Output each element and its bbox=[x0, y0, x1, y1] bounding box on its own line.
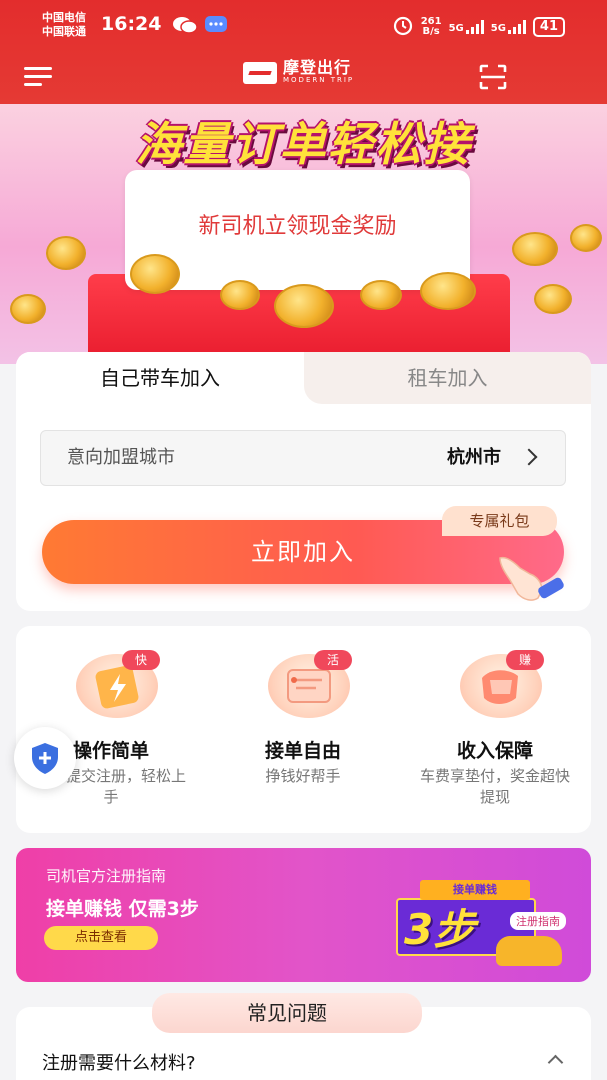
guide-tag: 注册指南 bbox=[510, 912, 566, 930]
carrier-2: 中国联通 bbox=[42, 25, 86, 38]
status-bar: 中国电信 中国联通 16:24 261 B/s 5G 5G 41 bbox=[0, 0, 607, 50]
coin-icon bbox=[220, 280, 260, 310]
faq-question[interactable]: 注册需要什么材料? bbox=[42, 1049, 196, 1075]
system-status: 261 B/s 5G 5G 41 bbox=[392, 14, 565, 39]
feature-title: 接单自由 bbox=[264, 740, 341, 762]
net-speed-unit: B/s bbox=[422, 25, 440, 37]
coin-icon bbox=[274, 284, 334, 328]
city-selector[interactable]: 意向加盟城市 杭州市 bbox=[40, 430, 566, 486]
chevron-right-icon bbox=[520, 448, 538, 466]
network-type-2: 5G bbox=[490, 22, 506, 34]
brand-mark-icon bbox=[243, 61, 277, 84]
signal-2: 5G bbox=[490, 19, 526, 34]
tab-rent-car[interactable]: 租车加入 bbox=[304, 352, 591, 404]
tab-own-car[interactable]: 自己带车加入 bbox=[16, 352, 304, 404]
feature-desc: 车费享垫付，奖金超快提现 bbox=[420, 767, 571, 806]
guide-title: 接单赚钱 仅需3步 bbox=[46, 898, 199, 920]
feature-income: 赚 收入保障 车费享垫付，奖金超快提现 bbox=[400, 626, 590, 833]
brand-subtitle: MODERN TRIP bbox=[283, 76, 355, 84]
carrier-names: 中国电信 中国联通 bbox=[42, 11, 86, 39]
reward-text: 新司机立领现金奖励 bbox=[198, 214, 397, 239]
coin-icon bbox=[420, 272, 476, 310]
city-label: 意向加盟城市 bbox=[67, 447, 175, 468]
car-icon bbox=[496, 936, 562, 966]
menu-icon[interactable] bbox=[24, 67, 52, 87]
brand-name: 摩登出行 bbox=[283, 58, 352, 77]
battery-level: 41 bbox=[532, 16, 565, 37]
chevron-up-icon[interactable] bbox=[547, 1054, 564, 1071]
scan-icon[interactable] bbox=[479, 64, 507, 90]
clock: 16:24 bbox=[101, 13, 162, 35]
pointing-hand-icon bbox=[496, 552, 568, 608]
shield-plus-icon bbox=[14, 743, 76, 793]
feature-badge: 赚 bbox=[506, 650, 544, 670]
join-tabs: 自己带车加入 租车加入 bbox=[16, 352, 591, 404]
alarm-icon bbox=[392, 14, 414, 39]
notification-icons bbox=[172, 15, 228, 39]
carrier-1: 中国电信 bbox=[42, 11, 86, 24]
view-guide-button[interactable]: 点击查看 bbox=[44, 926, 158, 950]
coin-icon bbox=[534, 284, 572, 314]
floating-shield-button[interactable] bbox=[14, 727, 76, 789]
feature-desc: 挣钱好帮手 bbox=[265, 767, 341, 785]
city-value: 杭州市 bbox=[447, 447, 501, 468]
coin-icon bbox=[570, 224, 602, 252]
join-card: 自己带车加入 租车加入 意向加盟城市 杭州市 立即加入 专属礼包 bbox=[16, 352, 591, 611]
network-type-1: 5G bbox=[448, 22, 464, 34]
coin-icon bbox=[46, 236, 86, 270]
features-card: 快 操作简单 分钟提交注册，轻松上手 活 接单自由 挣钱好帮手 赚 收入保障 车… bbox=[16, 626, 591, 833]
steps-text: 3步 bbox=[404, 905, 476, 954]
app-bar: 摩登出行 MODERN TRIP bbox=[0, 50, 607, 104]
signal-bars-icon bbox=[465, 19, 484, 34]
coin-icon bbox=[360, 280, 402, 310]
gift-tag: 专属礼包 bbox=[442, 506, 557, 536]
coin-icon bbox=[10, 294, 46, 324]
feature-free: 活 接单自由 挣钱好帮手 bbox=[208, 626, 398, 833]
coin-icon bbox=[130, 254, 180, 294]
app-header: 中国电信 中国联通 16:24 261 B/s 5G 5G 41 摩登出行 MO… bbox=[0, 0, 607, 104]
signal-bars-icon bbox=[507, 19, 526, 34]
message-icon bbox=[204, 15, 228, 39]
signal-1: 5G bbox=[448, 19, 484, 34]
feature-title: 收入保障 bbox=[456, 740, 533, 762]
registration-guide-banner[interactable]: 司机官方注册指南 接单赚钱 仅需3步 点击查看 接单赚钱 3步 注册指南 bbox=[16, 848, 591, 982]
banner-title: 海量订单轻松接 bbox=[135, 117, 472, 171]
faq-header: 常见问题 bbox=[152, 993, 422, 1033]
guide-subtitle: 司机官方注册指南 bbox=[46, 867, 167, 885]
wechat-icon bbox=[172, 15, 198, 39]
feature-badge: 活 bbox=[314, 650, 352, 670]
promo-banner[interactable]: 海量订单轻松接 新司机立领现金奖励 bbox=[0, 104, 607, 364]
coin-icon bbox=[512, 232, 558, 266]
brand-logo: 摩登出行 MODERN TRIP bbox=[243, 60, 354, 85]
net-speed: 261 B/s bbox=[421, 16, 442, 37]
feature-badge: 快 bbox=[122, 650, 160, 670]
